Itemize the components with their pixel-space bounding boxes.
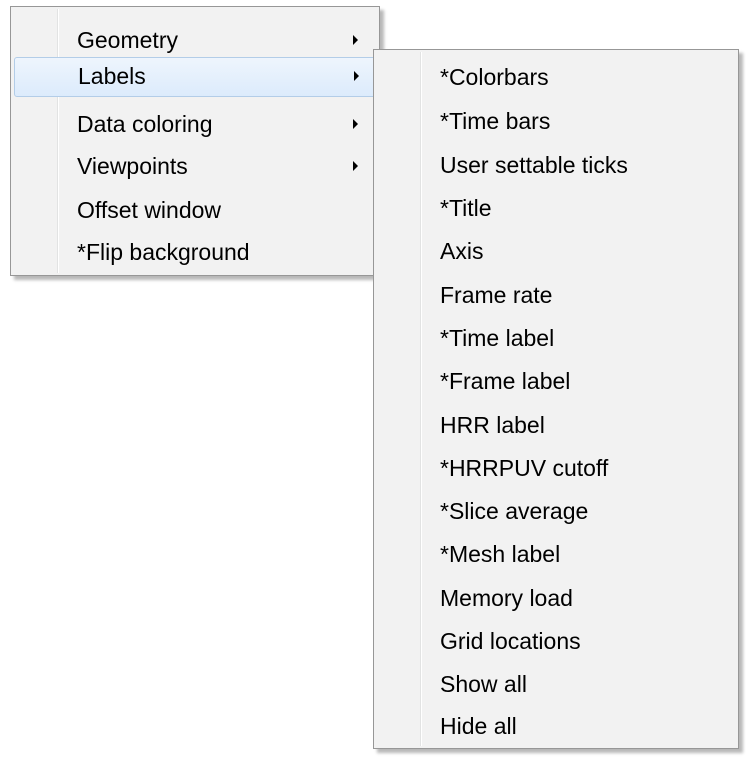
menu-item-label: *Time label xyxy=(440,325,555,351)
context-menu: Geometry Labels Data coloring Viewpoints… xyxy=(10,6,380,276)
menu-item-time-label[interactable]: *Time label xyxy=(377,319,735,359)
menu-item-data-coloring[interactable]: Data coloring xyxy=(14,105,376,145)
menu-item-label: HRR label xyxy=(440,412,545,438)
menu-item-label: Axis xyxy=(440,238,484,264)
menu-item-label: Grid locations xyxy=(440,628,581,654)
menu-item-label: Memory load xyxy=(440,585,573,611)
menu-item-offset-window[interactable]: Offset window xyxy=(14,191,376,231)
menu-item-title[interactable]: *Title xyxy=(377,189,735,229)
menu-item-label: Labels xyxy=(78,63,146,89)
menu-item-label: Offset window xyxy=(77,197,222,223)
menu-item-hrrpuv-cutoff[interactable]: *HRRPUV cutoff xyxy=(377,449,735,489)
menu-item-show-all[interactable]: Show all xyxy=(377,665,735,705)
chevron-right-icon xyxy=(353,35,358,45)
menu-item-label: *Colorbars xyxy=(440,64,549,90)
menu-item-label: *Mesh label xyxy=(440,541,561,567)
labels-submenu: *Colorbars *Time bars User settable tick… xyxy=(373,49,739,749)
menu-item-geometry[interactable]: Geometry xyxy=(14,21,376,61)
chevron-right-icon xyxy=(354,71,359,81)
menu-item-memory-load[interactable]: Memory load xyxy=(377,579,735,619)
menu-item-label: *HRRPUV cutoff xyxy=(440,455,609,481)
menu-item-label: *Time bars xyxy=(440,108,551,134)
menu-item-grid-locations[interactable]: Grid locations xyxy=(377,622,735,662)
menu-item-axis[interactable]: Axis xyxy=(377,232,735,272)
menu-item-label: Show all xyxy=(440,671,527,697)
menu-item-label: Frame rate xyxy=(440,282,553,308)
menu-item-label: Geometry xyxy=(77,27,178,53)
menu-item-colorbars[interactable]: *Colorbars xyxy=(377,58,735,98)
menu-item-frame-rate[interactable]: Frame rate xyxy=(377,276,735,316)
menu-item-mesh-label[interactable]: *Mesh label xyxy=(377,535,735,575)
menu-item-time-bars[interactable]: *Time bars xyxy=(377,102,735,142)
menu-item-slice-average[interactable]: *Slice average xyxy=(377,492,735,532)
menu-item-hide-all[interactable]: Hide all xyxy=(377,707,735,747)
menu-item-label: *Slice average xyxy=(440,498,589,524)
menu-item-label: Hide all xyxy=(440,713,517,739)
menu-item-label: *Title xyxy=(440,195,492,221)
menu-item-viewpoints[interactable]: Viewpoints xyxy=(14,147,376,187)
menu-item-labels[interactable]: Labels xyxy=(14,57,376,97)
chevron-right-icon xyxy=(353,119,358,129)
menu-item-label: *Frame label xyxy=(440,368,571,394)
menu-item-label: User settable ticks xyxy=(440,152,628,178)
menu-item-user-settable-ticks[interactable]: User settable ticks xyxy=(377,146,735,186)
menu-item-label: *Flip background xyxy=(77,239,250,265)
chevron-right-icon xyxy=(353,161,358,171)
menu-item-label: Viewpoints xyxy=(77,153,188,179)
menu-item-flip-background[interactable]: *Flip background xyxy=(14,233,376,273)
menu-item-label: Data coloring xyxy=(77,111,213,137)
menu-item-frame-label[interactable]: *Frame label xyxy=(377,362,735,402)
menu-item-hrr-label[interactable]: HRR label xyxy=(377,406,735,446)
